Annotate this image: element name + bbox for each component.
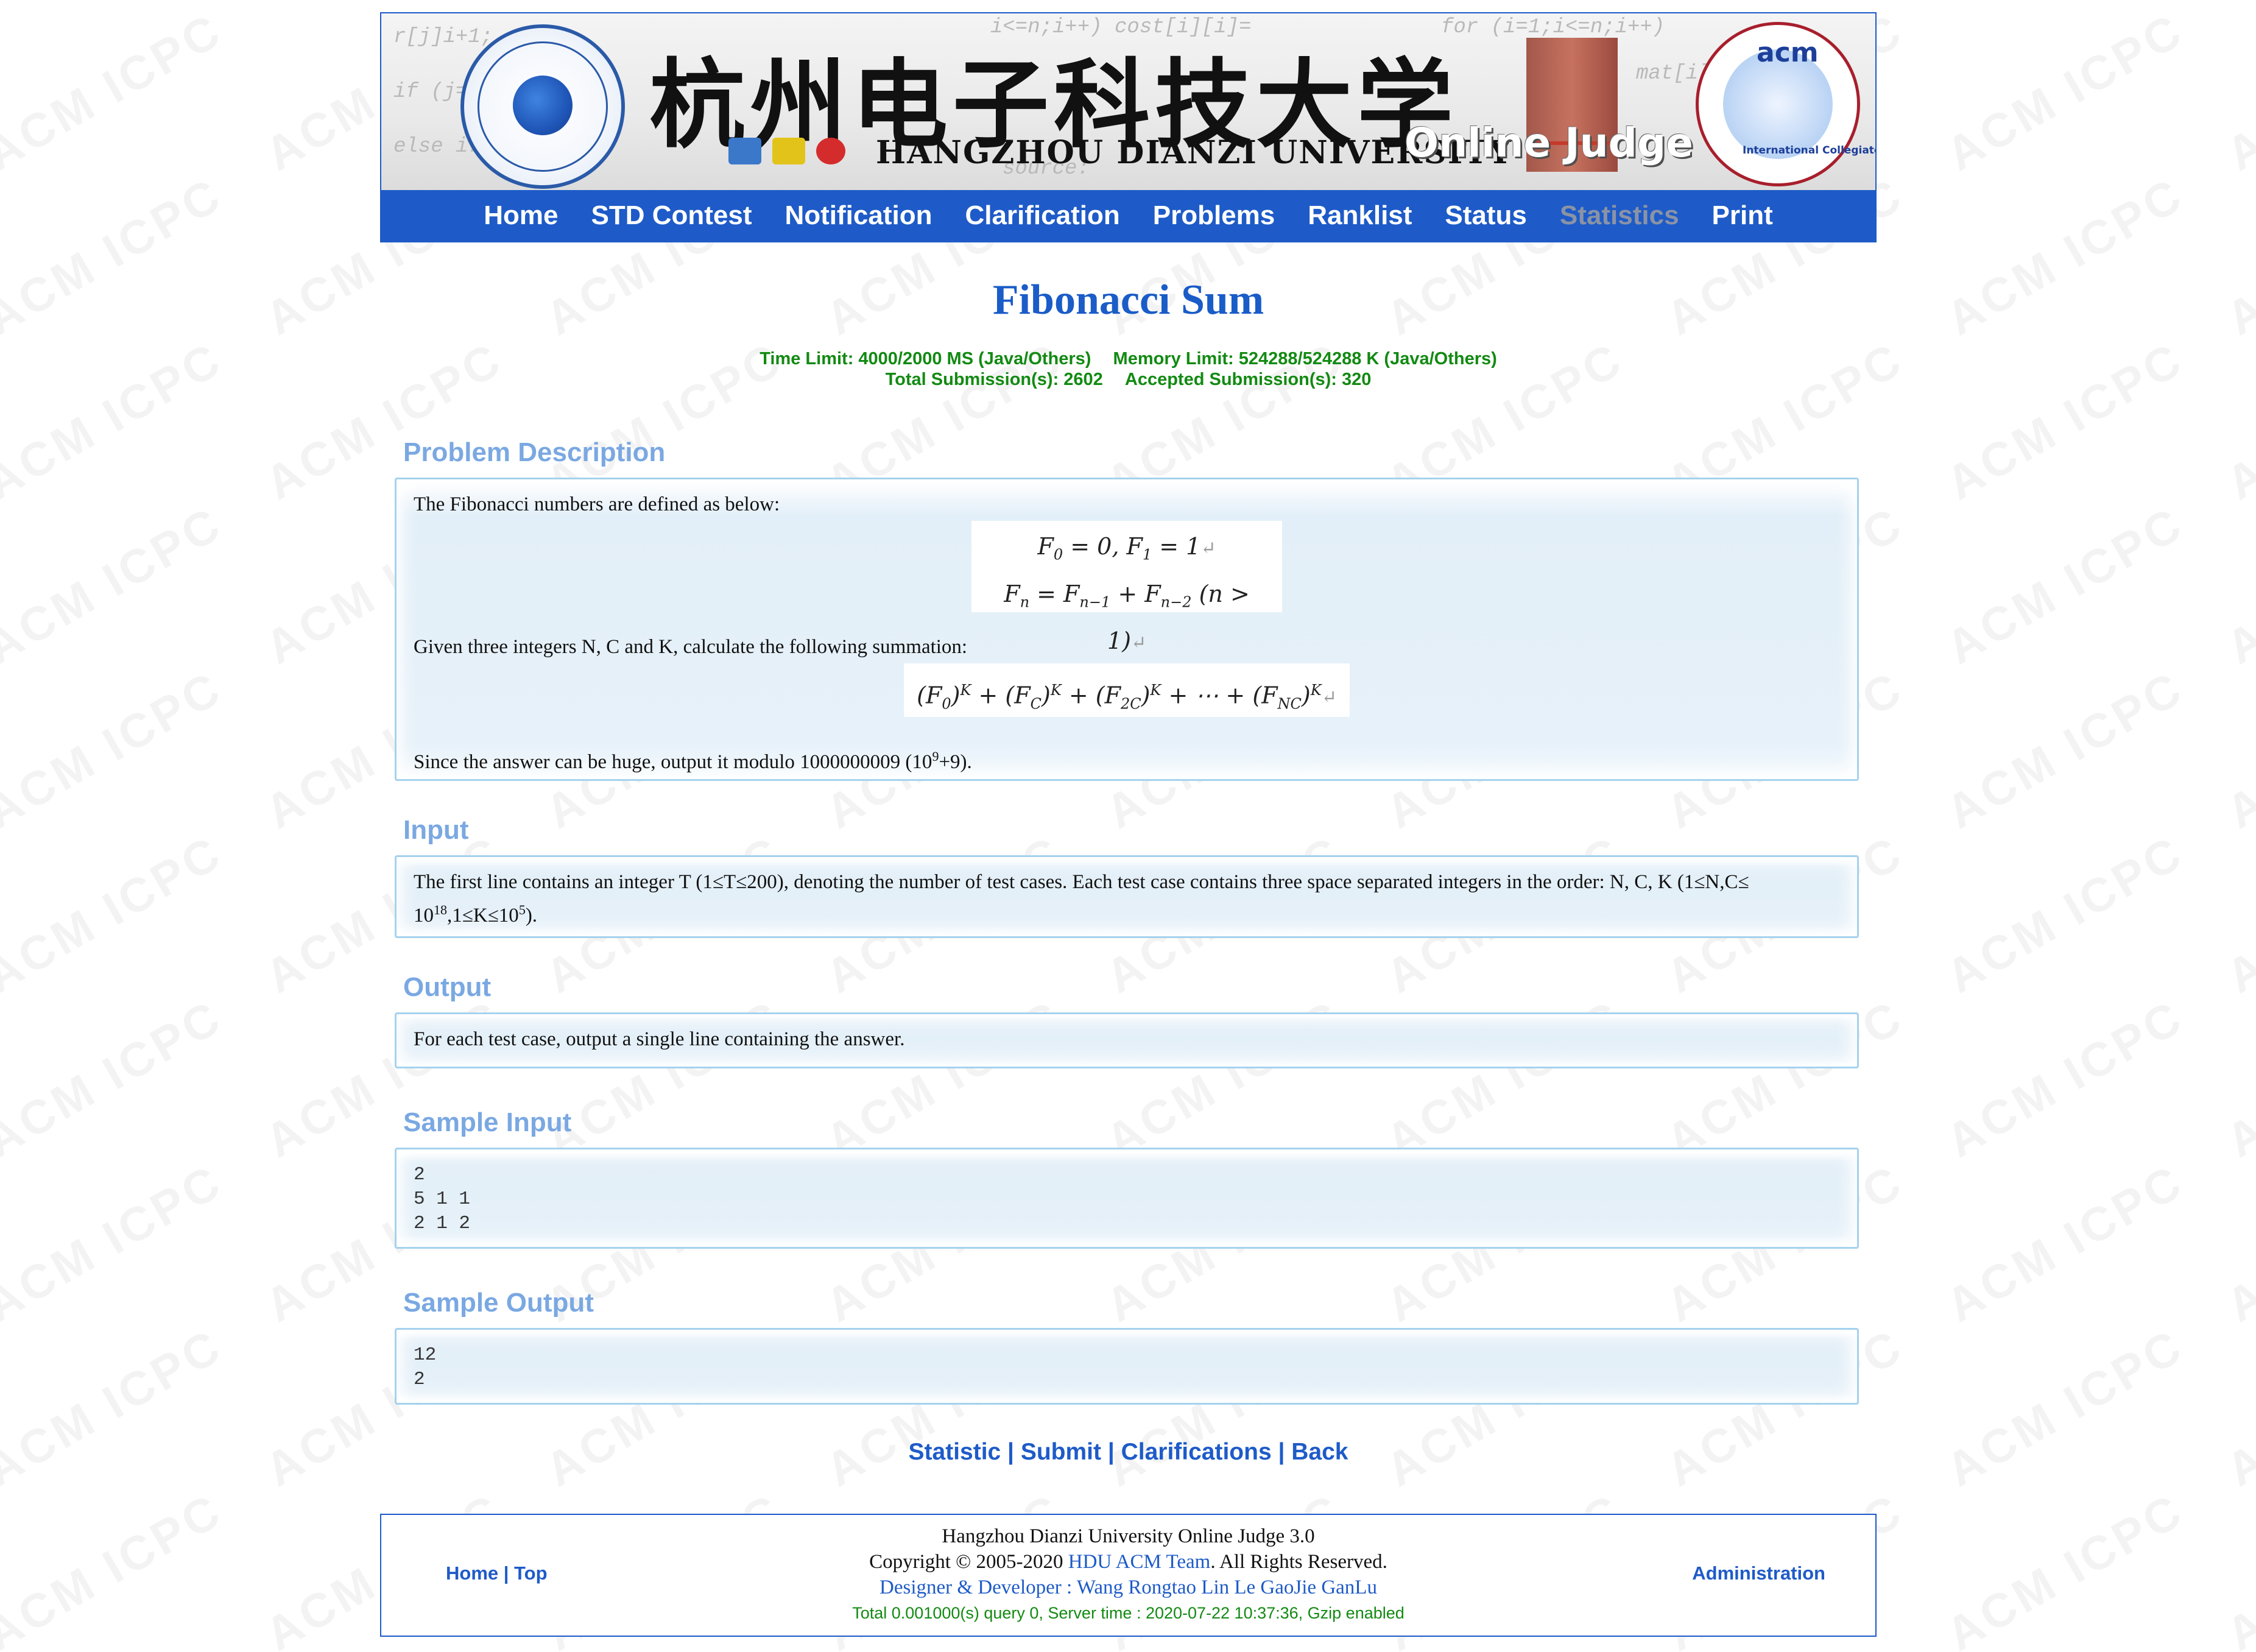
banner-code-decoration: if (j= [393,80,468,104]
watermark-text: ACM ICPC [2217,989,2256,1169]
fibonacci-definition-formula: F0 = 0, F1 = 1↵ Fn = Fn−1 + Fn−2 (n > 1)… [971,521,1282,654]
administration-link[interactable]: Administration [1692,1562,1825,1584]
watermark-text: ACM ICPC [1937,824,2193,1004]
sample-input-line: 5 1 1 [414,1188,471,1210]
watermark-text: ACM ICPC [2217,824,2256,1004]
description-heading: Problem Description [403,437,666,467]
nav-notification[interactable]: Notification [784,200,932,231]
watermark-text: ACM ICPC [1937,166,2193,347]
watermark-text: ACM ICPC [2217,495,2256,676]
footer-server-time: Total 0.001000(s) query 0, Server time :… [852,1604,1405,1622]
watermark-text: ACM ICPC [2217,166,2256,347]
online-judge-title: Online Judge [1405,119,1693,166]
description-text-3: Since the answer can be huge, output it … [414,749,972,773]
accepted-submissions: Accepted Submission(s): 320 [1124,370,1372,389]
watermark-text: ACM ICPC [0,989,232,1169]
watermark-text: ACM ICPC [2217,1318,2256,1498]
watermark-text: ACM ICPC [1937,331,2193,511]
sample-output-line: 12 [414,1344,437,1366]
watermark-text: ACM ICPC [0,331,232,511]
total-submissions: Total Submission(s): 2602 [885,370,1103,389]
footer-oj-version: Hangzhou Dianzi University Online Judge … [942,1525,1315,1547]
main-nav: Home STD Contest Notification Clarificat… [380,190,1877,242]
watermark-text: ACM ICPC [1937,1153,2193,1333]
sample-input-line: 2 1 2 [414,1213,471,1234]
watermark-text: ACM ICPC [0,1153,232,1333]
footer-admin: Administration [1692,1562,1825,1584]
watermark-text: ACM ICPC [0,2,232,182]
watermark-text: ACM ICPC [1937,495,2193,676]
seal-emblem-icon [513,76,573,135]
watermark-text: ACM ICPC [0,824,232,1004]
hdu-acm-team-link[interactable]: HDU ACM Team [1068,1551,1211,1573]
footer-copyright: Copyright © 2005-2020 HDU ACM Team. All … [869,1551,1387,1573]
output-heading: Output [403,972,492,1002]
watermark-text: ACM ICPC [2217,2,2256,182]
acm-logo-ring-text: International Collegiate Programming Con… [1743,144,1877,157]
watermark-text: ACM ICPC [1937,1482,2193,1652]
keyboard-icon [728,138,761,164]
banner-code-decoration: for (i=1;i<=n;i++) [1441,16,1665,39]
link-separator: | [1271,1439,1292,1465]
watermark-text: ACM ICPC [1937,660,2193,840]
badge-icon [816,138,845,164]
back-link[interactable]: Back [1291,1439,1348,1465]
memory-limit: Memory Limit: 524288/524288 K (Java/Othe… [1113,349,1497,369]
header-banner: r[j]i+1; if (j= else if i<=n;i++) cost[i… [380,12,1877,190]
nav-status[interactable]: Status [1445,200,1526,231]
watermark-text: ACM ICPC [0,166,232,347]
statistic-link[interactable]: Statistic [909,1439,1001,1465]
output-text: For each test case, output a single line… [414,1028,905,1050]
input-heading: Input [403,815,469,845]
sample-output-panel: 12 2 [395,1328,1859,1405]
watermark-text: ACM ICPC [1937,989,2193,1169]
banner-code-decoration: r[j]i+1; [393,26,493,49]
watermark-text: ACM ICPC [2217,1153,2256,1333]
time-limit: Time Limit: 4000/2000 MS (Java/Others) [760,349,1091,369]
sample-output-heading: Sample Output [403,1288,594,1318]
watermark-text: ACM ICPC [0,1318,232,1498]
watermark-text: ACM ICPC [0,495,232,676]
acm-icpc-logo: acm International Collegiate Programming… [1696,22,1875,186]
sample-input-panel: 2 5 1 1 2 1 2 [395,1148,1859,1249]
currency-icon [772,138,805,164]
problem-title: Fibonacci Sum [992,277,1264,323]
watermark-text: ACM ICPC [2217,331,2256,511]
clarifications-link[interactable]: Clarifications [1121,1439,1272,1465]
problem-limits: Time Limit: 4000/2000 MS (Java/Others) M… [380,348,1877,390]
link-separator: | [1101,1439,1121,1465]
nav-problems[interactable]: Problems [1153,200,1275,231]
nav-home[interactable]: Home [484,200,558,231]
submit-link[interactable]: Submit [1021,1439,1101,1465]
acm-logo-text: acm [1757,37,1819,68]
page-footer: Home | Top Hangzhou Dianzi University On… [380,1514,1877,1637]
university-seal-logo [460,24,625,189]
nav-statistics[interactable]: Statistics [1560,200,1679,231]
output-panel: For each test case, output a single line… [395,1012,1859,1068]
link-separator: | [1001,1439,1021,1465]
watermark-text: ACM ICPC [2217,660,2256,840]
description-text-1: The Fibonacci numbers are defined as bel… [414,493,780,515]
watermark-text: ACM ICPC [0,660,232,840]
nav-print[interactable]: Print [1712,200,1773,231]
sample-output-line: 2 [414,1369,425,1390]
input-text: The first line contains an integer T (1≤… [414,871,1749,927]
nav-ranklist[interactable]: Ranklist [1308,200,1412,231]
footer-info: Hangzhou Dianzi University Online Judge … [381,1523,1875,1626]
watermark-text: ACM ICPC [2217,1482,2256,1652]
watermark-text: ACM ICPC [0,1482,232,1652]
summation-formula: (F0)K + (FC)K + (F2C)K + ⋯ + (FNC)K↵ [904,663,1350,717]
problem-action-links: Statistic | Submit | Clarifications | Ba… [380,1439,1877,1466]
footer-designers: Designer & Developer : Wang Rongtao Lin … [879,1576,1377,1598]
description-panel: The Fibonacci numbers are defined as bel… [395,478,1859,781]
banner-mini-icons [728,138,856,168]
nav-clarification[interactable]: Clarification [965,200,1119,231]
input-panel: The first line contains an integer T (1≤… [395,855,1859,938]
nav-std-contest[interactable]: STD Contest [591,200,752,231]
page-wrapper: r[j]i+1; if (j= else if i<=n;i++) cost[i… [380,12,1877,1637]
watermark-text: ACM ICPC [1937,1318,2193,1498]
sample-input-line: 2 [414,1164,425,1185]
sample-input-heading: Sample Input [403,1107,572,1137]
watermark-text: ACM ICPC [1937,2,2193,182]
